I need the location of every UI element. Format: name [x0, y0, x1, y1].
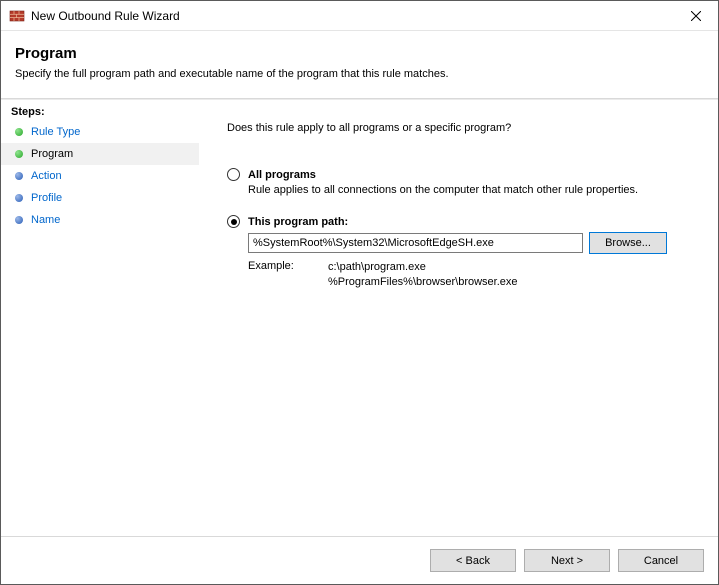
radio-all-programs[interactable] [227, 168, 240, 181]
back-button[interactable]: < Back [430, 549, 516, 572]
close-icon [691, 11, 701, 21]
step-bullet-icon [15, 128, 23, 136]
example-label: Example: [248, 260, 328, 290]
example-row: Example: c:\path\program.exe %ProgramFil… [248, 260, 696, 290]
step-program[interactable]: Program [1, 143, 199, 165]
cancel-button[interactable]: Cancel [618, 549, 704, 572]
step-bullet-icon [15, 150, 23, 158]
step-bullet-icon [15, 216, 23, 224]
radio-program-path[interactable] [227, 215, 240, 228]
step-label: Rule Type [31, 126, 80, 138]
step-label: Program [31, 148, 73, 160]
window-title: New Outbound Rule Wizard [31, 9, 673, 23]
wizard-window: New Outbound Rule Wizard Program Specify… [0, 0, 719, 585]
option-all-programs: All programs Rule applies to all connect… [227, 168, 696, 197]
wizard-content: Does this rule apply to all programs or … [199, 100, 718, 536]
program-path-input[interactable] [248, 233, 583, 253]
radio-program-path-label: This program path: [248, 216, 348, 228]
step-action[interactable]: Action [1, 165, 199, 187]
option-program-path: This program path: Browse... Example: c:… [227, 215, 696, 290]
page-title: Program [15, 45, 704, 62]
step-bullet-icon [15, 194, 23, 202]
browse-button[interactable]: Browse... [589, 232, 667, 254]
radio-all-programs-desc: Rule applies to all connections on the c… [248, 183, 696, 197]
wizard-body: Steps: Rule Type Program Action Profile … [1, 100, 718, 536]
radio-program-path-row[interactable]: This program path: [227, 215, 696, 228]
step-label: Profile [31, 192, 62, 204]
step-label: Action [31, 170, 62, 182]
wizard-footer: < Back Next > Cancel [1, 536, 718, 584]
step-profile[interactable]: Profile [1, 187, 199, 209]
firewall-icon [9, 8, 25, 24]
question-text: Does this rule apply to all programs or … [227, 122, 696, 134]
radio-all-programs-row[interactable]: All programs [227, 168, 696, 181]
example-text: c:\path\program.exe %ProgramFiles%\brows… [328, 260, 518, 290]
page-subtitle: Specify the full program path and execut… [15, 68, 704, 80]
step-rule-type[interactable]: Rule Type [1, 121, 199, 143]
step-name[interactable]: Name [1, 209, 199, 231]
next-button[interactable]: Next > [524, 549, 610, 572]
steps-heading: Steps: [1, 104, 199, 121]
wizard-header: Program Specify the full program path an… [1, 31, 718, 90]
program-path-row: Browse... [248, 232, 696, 254]
radio-all-programs-label: All programs [248, 169, 316, 181]
step-label: Name [31, 214, 60, 226]
close-button[interactable] [673, 1, 718, 31]
titlebar: New Outbound Rule Wizard [1, 1, 718, 31]
steps-sidebar: Steps: Rule Type Program Action Profile … [1, 100, 199, 536]
step-bullet-icon [15, 172, 23, 180]
